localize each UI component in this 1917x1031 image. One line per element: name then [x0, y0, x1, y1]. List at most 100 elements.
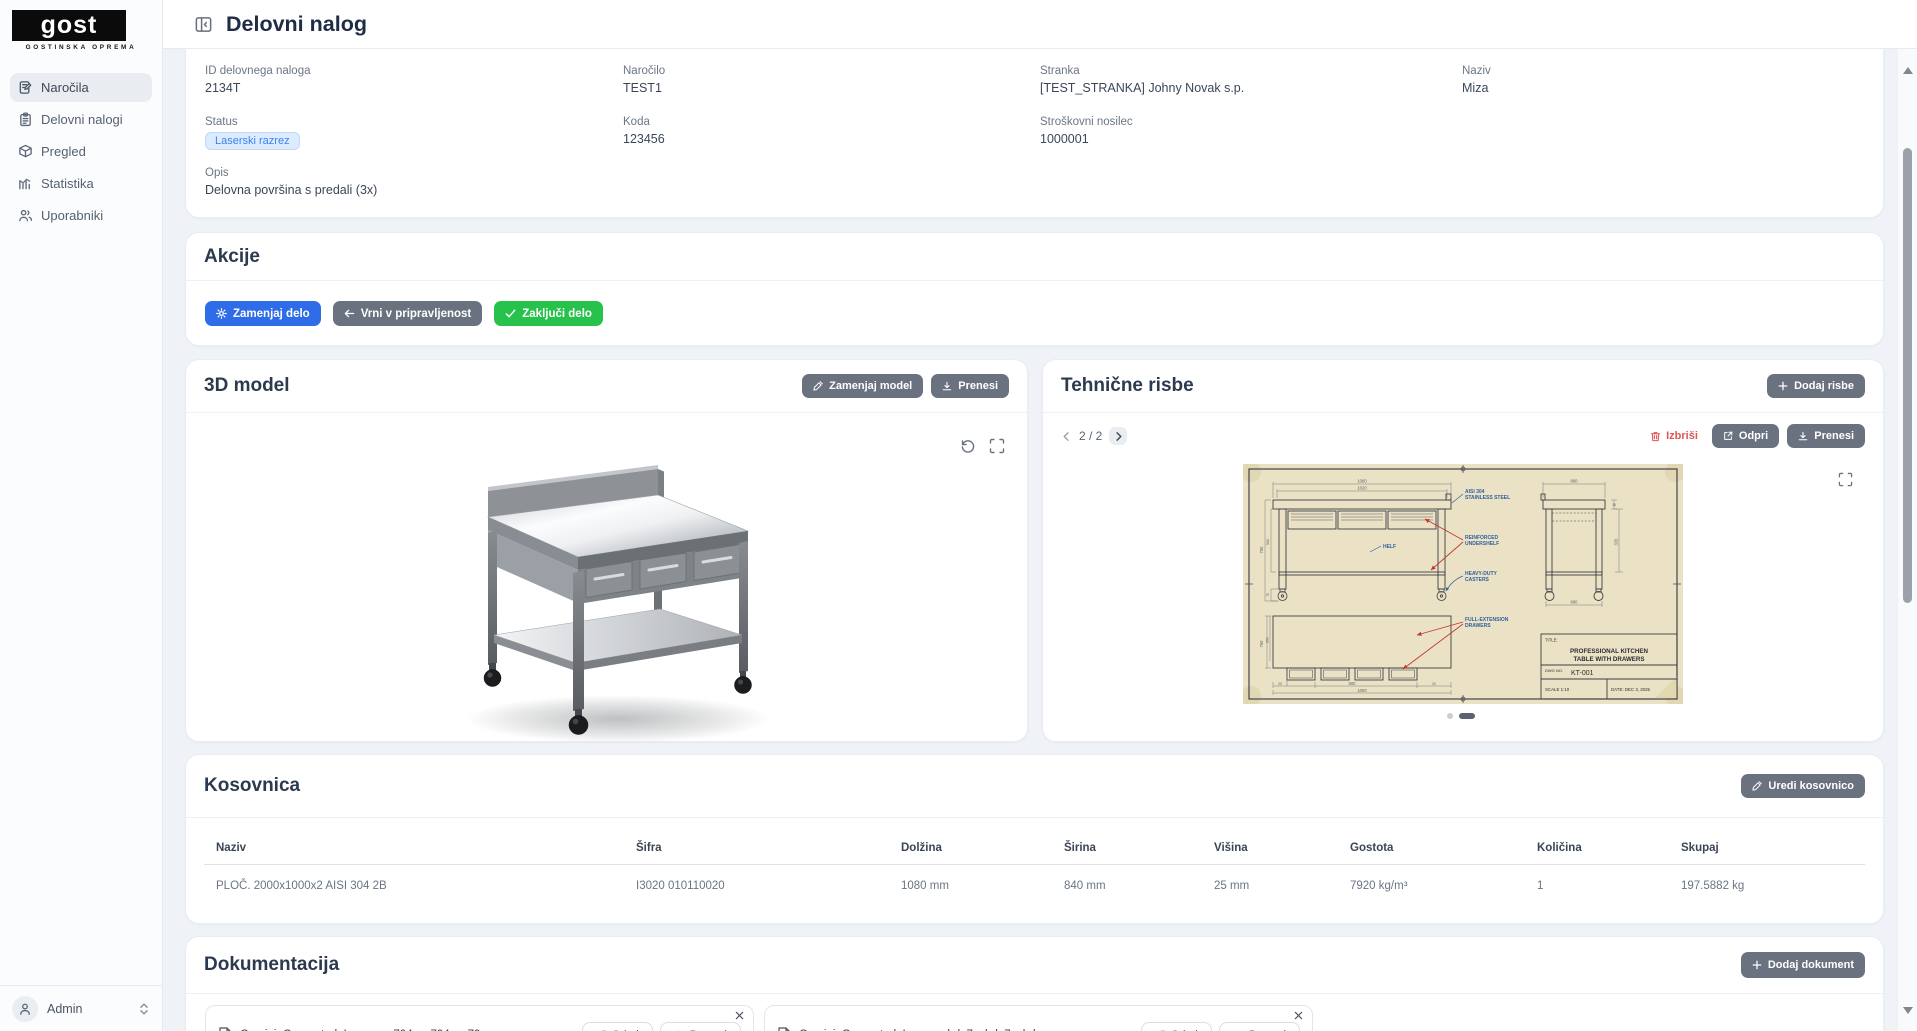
chevron-right-icon[interactable]	[1109, 427, 1128, 445]
sidebar-item-uporabniki[interactable]: Uporabniki	[10, 201, 152, 230]
svg-text:HELF: HELF	[1383, 544, 1396, 550]
fullscreen-icon[interactable]	[989, 438, 1005, 454]
pencil-icon	[813, 381, 823, 391]
return-to-ready-button[interactable]: Vrni v pripravljenost	[332, 301, 483, 326]
svg-text:PROFESSIONAL KITCHEN: PROFESSIONAL KITCHEN	[1570, 648, 1648, 655]
svg-text:600: 600	[1571, 600, 1579, 605]
add-document-button[interactable]: Dodaj dokument	[1740, 952, 1865, 978]
svg-text:CASTERS: CASTERS	[1465, 577, 1490, 583]
bom-table-header: Naziv Šifra Dolžina Širina Višina Gostot…	[216, 842, 1719, 854]
file-icon	[218, 1027, 232, 1031]
section-title: Tehnične risbe	[1061, 375, 1194, 396]
delete-drawing-button[interactable]: Izbriši	[1650, 430, 1698, 442]
download-document-button[interactable]: Prenesi	[659, 1022, 741, 1031]
field-stroskovni-nosilec: Stroškovni nosilec 1000001	[1040, 116, 1133, 146]
field-opis: Opis Delovna površina s predali (3x)	[205, 167, 378, 197]
download-icon	[942, 381, 952, 391]
chevron-left-icon[interactable]	[1061, 431, 1072, 442]
carousel-dot[interactable]	[1447, 713, 1453, 719]
download-document-button[interactable]: Prenesi	[1218, 1022, 1300, 1031]
scroll-up-arrow[interactable]	[1898, 51, 1917, 74]
user-name: Admin	[47, 1001, 83, 1016]
model-3d-viewport[interactable]	[186, 413, 1027, 743]
file-icon	[777, 1027, 791, 1031]
document-chip[interactable]: Gemini_Generated_Image_xv794gxv794gxv79.…	[205, 1005, 754, 1031]
logo-text: gost	[12, 10, 126, 41]
edit-bom-button[interactable]: Uredi kosovnico	[1741, 774, 1865, 798]
svg-text:1000: 1000	[1357, 688, 1367, 693]
svg-text:1060: 1060	[1357, 479, 1367, 484]
svg-text:860: 860	[1571, 479, 1579, 484]
table-row: PLOČ. 2000x1000x2 AISI 304 2B I3020 0101…	[216, 880, 1745, 892]
user-menu[interactable]: Admin	[0, 985, 162, 1031]
field-narocilo: Naročilo TEST1	[623, 65, 666, 95]
download-drawing-button[interactable]: Prenesi	[1787, 424, 1865, 448]
document-chip[interactable]: Gemini_Generated_Image_ubdp7yubdp7yubdp.…	[764, 1005, 1313, 1031]
drawings-toolbar: 2 / 2 Izbriši Odpri Prenesi	[1061, 424, 1865, 448]
sidebar-item-pregled[interactable]: Pregled	[10, 137, 152, 166]
sidebar-item-label: Naročila	[41, 80, 89, 95]
svg-text:DWG NO.: DWG NO.	[1545, 668, 1563, 673]
svg-text:20: 20	[1278, 682, 1282, 686]
documentation-header: Dokumentacija Dodaj dokument	[186, 937, 1883, 994]
finish-work-button[interactable]: Zaključi delo	[494, 301, 603, 326]
fullscreen-drawing-icon[interactable]	[1838, 472, 1853, 487]
topbar: Delovni nalog	[163, 0, 1917, 49]
plus-icon	[1752, 960, 1762, 970]
bom-header: Kosovnica Uredi kosovnico	[186, 755, 1883, 818]
sidebar-item-delovni-nalogi[interactable]: Delovni nalogi	[10, 105, 152, 134]
svg-text:KT-001: KT-001	[1571, 670, 1594, 677]
carousel-dot-active[interactable]	[1459, 713, 1475, 719]
field-naziv: Naziv Miza	[1462, 65, 1491, 95]
field-stranka: Stranka [TEST_STRANKA] Johny Novak s.p.	[1040, 65, 1245, 95]
chevrons-up-down-icon[interactable]	[138, 1002, 150, 1016]
open-document-button[interactable]: Odpri	[1140, 1022, 1212, 1031]
reset-view-icon[interactable]	[960, 438, 976, 454]
overview-icon	[18, 144, 33, 159]
svg-text:650: 650	[1266, 637, 1270, 643]
trash-icon	[1650, 431, 1661, 442]
arrow-left-icon	[344, 308, 355, 319]
work-orders-icon	[18, 112, 33, 127]
gear-icon	[216, 308, 227, 319]
svg-text:20: 20	[1432, 682, 1436, 686]
svg-text:SCALE 1:10: SCALE 1:10	[1545, 687, 1570, 692]
svg-text:750: 750	[1259, 546, 1264, 554]
sidebar-item-label: Statistika	[41, 176, 94, 191]
bom-card: Kosovnica Uredi kosovnico Naziv Šifra Do…	[185, 754, 1884, 924]
company-logo: gost GOSTINSKA OPREMA	[12, 10, 150, 51]
table-3d-render	[466, 465, 770, 743]
sidebar-item-label: Delovni nalogi	[41, 112, 123, 127]
close-icon[interactable]	[1292, 1009, 1305, 1022]
avatar	[12, 995, 38, 1022]
sidebar-item-label: Pregled	[41, 144, 86, 159]
statistics-icon	[18, 176, 33, 191]
scrollbar-thumb[interactable]	[1903, 148, 1912, 603]
page-title: Delovni nalog	[226, 11, 367, 36]
actions-header: Akcije	[186, 233, 1883, 281]
scroll-down-arrow[interactable]	[1898, 1006, 1917, 1029]
replace-model-button[interactable]: Zamenjaj model	[802, 374, 924, 398]
model-3d-card: 3D model Zamenjaj model Prenesi	[185, 359, 1028, 743]
section-title: Akcije	[204, 245, 260, 267]
close-icon[interactable]	[733, 1009, 746, 1022]
page-indicator: 2 / 2	[1079, 429, 1103, 443]
section-title: Dokumentacija	[204, 954, 340, 975]
users-icon	[18, 208, 33, 223]
vertical-scrollbar[interactable]	[1897, 49, 1917, 1031]
add-drawings-button[interactable]: Dodaj risbe	[1767, 374, 1865, 398]
svg-text:900: 900	[1349, 681, 1357, 686]
download-model-button[interactable]: Prenesi	[931, 374, 1009, 398]
replace-work-button[interactable]: Zamenjaj delo	[205, 301, 321, 326]
sidebar-item-statistika[interactable]: Statistika	[10, 169, 152, 198]
sidebar-item-narocila[interactable]: Naročila	[10, 73, 152, 102]
technical-drawing-sheet: 1060 1020 860 15 600 20 900 20 1000 750 …	[1243, 464, 1683, 704]
svg-text:750: 750	[1259, 640, 1264, 648]
section-title: 3D model	[204, 375, 290, 396]
logo-subtext: GOSTINSKA OPREMA	[25, 44, 137, 51]
open-document-button[interactable]: Odpri	[581, 1022, 653, 1031]
plus-icon	[1778, 381, 1788, 391]
actions-card: Akcije Zamenjaj delo Vrni v pripravljeno…	[185, 232, 1884, 346]
panel-left-icon[interactable]	[194, 15, 213, 34]
open-drawing-button[interactable]: Odpri	[1711, 424, 1780, 448]
